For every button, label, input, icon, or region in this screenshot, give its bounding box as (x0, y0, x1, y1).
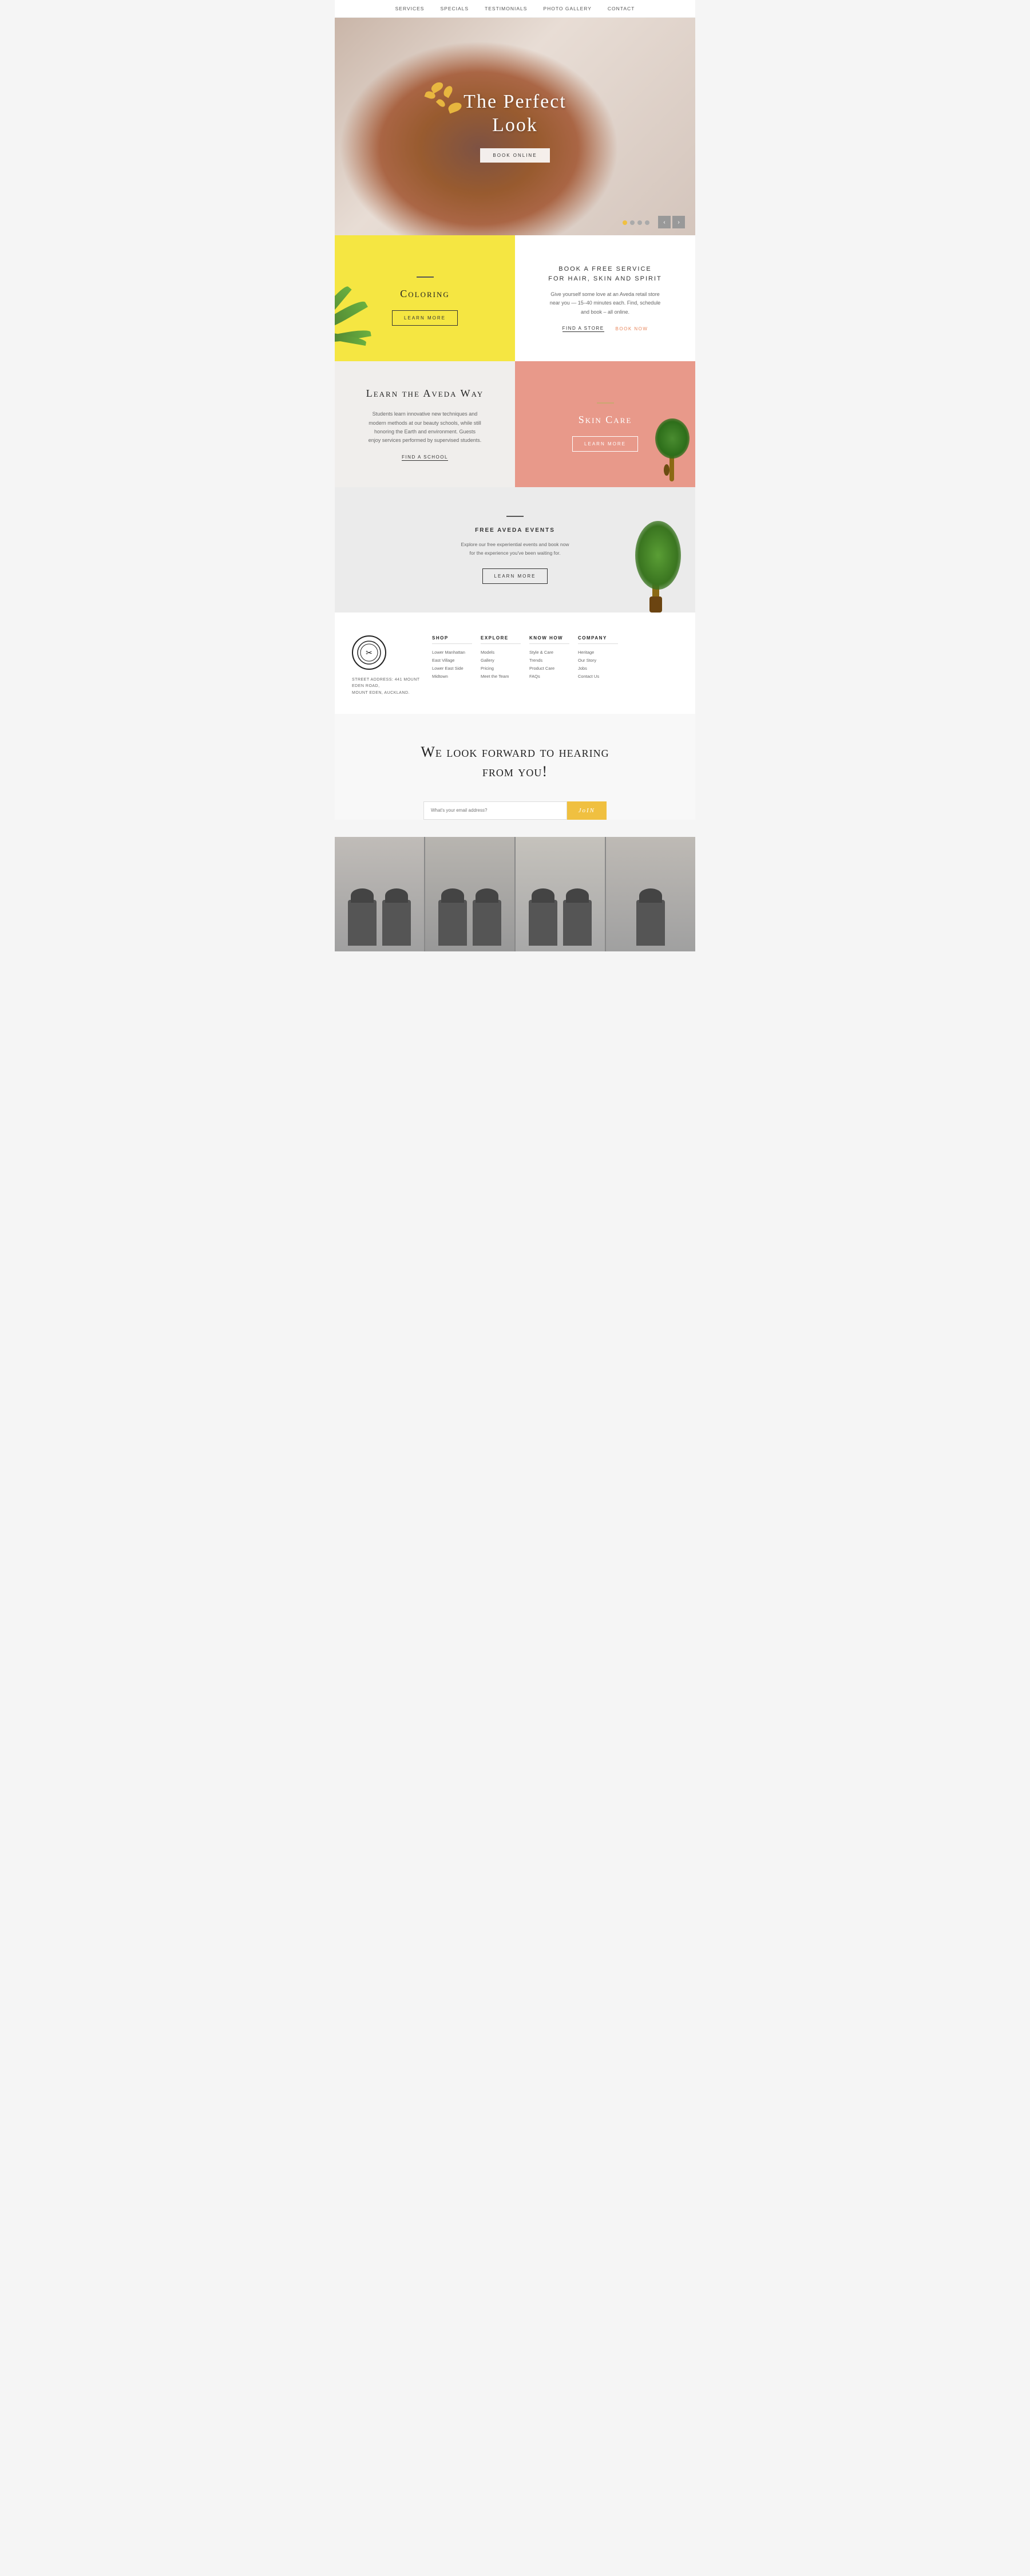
footer-logo-column: ✂ Street address: 441 Mount Eden Road, M… (352, 635, 421, 697)
join-button[interactable]: JoIN (567, 801, 607, 820)
footer-our-story[interactable]: Our Story (578, 658, 618, 663)
nav-specials[interactable]: Specials (440, 6, 469, 11)
footer-explore-column: Explore Models Gallery Pricing Meet the … (481, 635, 521, 697)
next-arrow[interactable]: › (672, 216, 685, 228)
prev-arrow[interactable]: ‹ (658, 216, 671, 228)
skin-care-learn-more-button[interactable]: Learn More (572, 436, 638, 452)
palm-decor (335, 287, 381, 361)
events-text: Explore our free experiential events and… (458, 540, 572, 558)
hero-section: The PerfectLook Book Online ‹ › (335, 18, 695, 235)
footer-style-care[interactable]: Style & Care (529, 650, 569, 655)
book-online-button[interactable]: Book Online (480, 148, 549, 163)
footer-know-how-heading: Know How (529, 635, 569, 644)
aveda-way-title: Learn the Aveda Way (366, 388, 484, 400)
footer-east-village[interactable]: East Village (432, 658, 472, 663)
footer-links: Shop Lower Manhattan East Village Lower … (432, 635, 678, 697)
skin-care-divider (597, 402, 614, 404)
hero-title: The PerfectLook (464, 90, 566, 137)
salon-photo-2 (425, 837, 514, 951)
footer-know-how-column: Know How Style & Care Trends Product Car… (529, 635, 569, 697)
hero-content: The PerfectLook Book Online (464, 90, 566, 163)
nav-photo-gallery[interactable]: Photo Gallery (543, 6, 592, 11)
footer-models[interactable]: Models (481, 650, 521, 655)
dot-3[interactable] (637, 220, 642, 225)
footer-lower-manhattan[interactable]: Lower Manhattan (432, 650, 472, 655)
email-input[interactable] (423, 801, 567, 820)
footer-jobs[interactable]: Jobs (578, 666, 618, 671)
coloring-learn-more-button[interactable]: Learn More (392, 310, 458, 326)
footer-pricing[interactable]: Pricing (481, 666, 521, 671)
events-divider (506, 516, 524, 517)
coloring-title: Coloring (400, 288, 450, 300)
footer-shop-heading: Shop (432, 635, 472, 644)
footer-company-column: Company Heritage Our Story Jobs Contact … (578, 635, 618, 697)
footer-contact-us[interactable]: Contact Us (578, 674, 618, 679)
svg-text:✂: ✂ (366, 649, 373, 658)
navigation: Services Specials Testimonials Photo Gal… (335, 0, 695, 18)
contact-title: We look forward to hearingfrom you! (352, 742, 678, 781)
coloring-divider (417, 276, 434, 278)
email-form: JoIN (423, 801, 607, 820)
grid-section: Coloring Learn More Book a Free ServiceF… (335, 235, 695, 487)
footer-heritage[interactable]: Heritage (578, 650, 618, 655)
footer-trends[interactable]: Trends (529, 658, 569, 663)
footer-meet-the-team[interactable]: Meet the Team (481, 674, 521, 679)
aveda-way-cell: Learn the Aveda Way Students learn innov… (335, 361, 515, 487)
salon-photo-1 (335, 837, 424, 951)
salon-photo-3 (516, 837, 605, 951)
salon-photo-4 (606, 837, 695, 951)
contact-section: We look forward to hearingfrom you! JoIN (335, 714, 695, 820)
free-service-buttons: Find a Store Book Now (562, 326, 648, 332)
hero-arrows: ‹ › (658, 216, 685, 228)
find-store-link[interactable]: Find a Store (562, 326, 604, 332)
footer-midtown[interactable]: Midtown (432, 674, 472, 679)
skin-care-title: Skin Care (579, 414, 632, 426)
free-service-text: Give yourself some love at an Aveda reta… (548, 290, 663, 317)
dot-2[interactable] (630, 220, 635, 225)
nav-contact[interactable]: Contact (608, 6, 635, 11)
find-school-link[interactable]: Find a School (402, 455, 448, 461)
book-now-link[interactable]: Book Now (616, 326, 648, 331)
footer-faqs[interactable]: FAQs (529, 674, 569, 679)
footer-logo: ✂ (352, 635, 386, 670)
footer-shop-column: Shop Lower Manhattan East Village Lower … (432, 635, 472, 697)
aveda-way-text: Students learn innovative new techniques… (368, 410, 482, 445)
tree-decor (632, 498, 684, 613)
footer-gallery[interactable]: Gallery (481, 658, 521, 663)
skin-care-cell: Skin Care Learn More (515, 361, 695, 487)
events-section: Free Aveda Events Explore our free exper… (335, 487, 695, 613)
footer-company-heading: Company (578, 635, 618, 644)
salon-photo-strip (335, 837, 695, 951)
dot-1[interactable] (623, 220, 627, 225)
footer-product-care[interactable]: Product Care (529, 666, 569, 671)
footer: ✂ Street address: 441 Mount Eden Road, M… (335, 613, 695, 714)
coloring-cell: Coloring Learn More (335, 235, 515, 361)
free-service-cell: Book a Free ServiceFor Hair, Skin and Sp… (515, 235, 695, 361)
events-title: Free Aveda Events (352, 527, 678, 534)
footer-address: Street address: 441 Mount Eden Road, Mou… (352, 677, 421, 697)
plant-decor (649, 407, 695, 487)
footer-lower-east-side[interactable]: Lower East Side (432, 666, 472, 671)
hero-dots (623, 220, 649, 225)
events-learn-more-button[interactable]: Learn More (482, 568, 548, 584)
footer-explore-heading: Explore (481, 635, 521, 644)
nav-testimonials[interactable]: Testimonials (485, 6, 527, 11)
dot-4[interactable] (645, 220, 649, 225)
nav-services[interactable]: Services (395, 6, 425, 11)
free-service-title: Book a Free ServiceFor Hair, Skin and Sp… (548, 264, 662, 283)
